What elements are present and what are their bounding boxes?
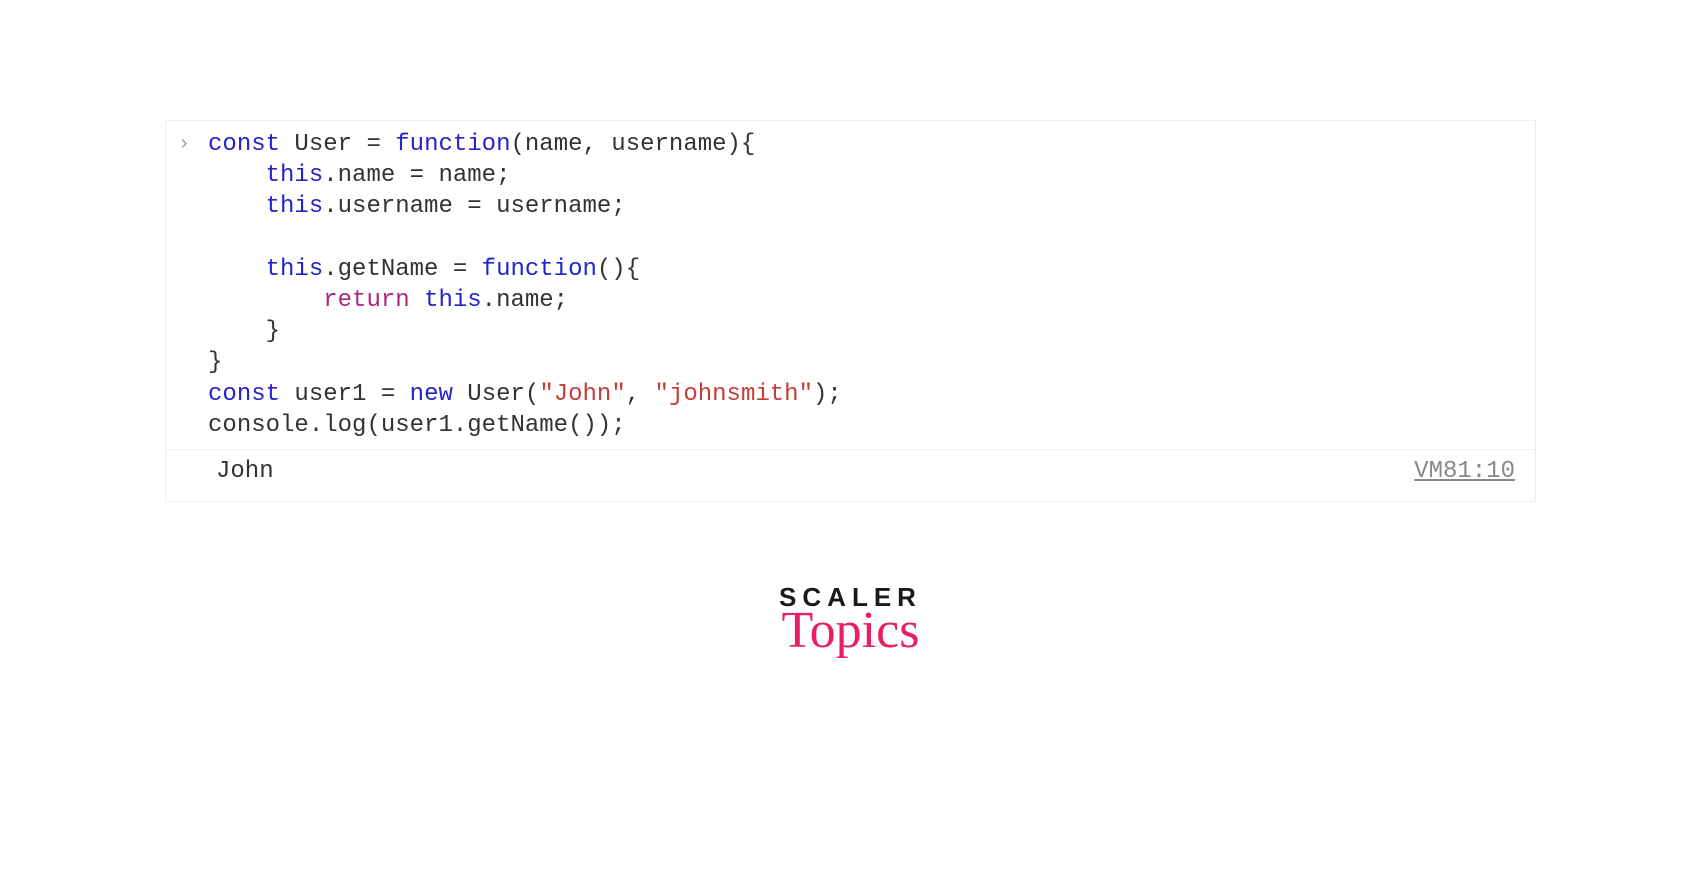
- keyword-function: function: [395, 131, 510, 158]
- keyword-const: const: [208, 381, 280, 408]
- keyword-this: this: [266, 162, 324, 189]
- logo-topics-text: Topics: [779, 605, 922, 657]
- code-space: [410, 287, 424, 314]
- scaler-topics-logo: SCALER Topics: [779, 582, 922, 657]
- keyword-new: new: [410, 381, 453, 408]
- punct-eq: =: [366, 131, 395, 158]
- keyword-const: const: [208, 131, 280, 158]
- keyword-return: return: [323, 287, 409, 314]
- chevron-right-icon: ›: [178, 133, 190, 156]
- console-input-row: › const User = function(name, username){…: [166, 121, 1535, 450]
- code-block[interactable]: const User = function(name, username){ t…: [208, 129, 842, 441]
- code-text: console.log(user1.getName());: [208, 412, 626, 439]
- ident-user1: user1: [280, 381, 381, 408]
- console-panel: › const User = function(name, username){…: [165, 120, 1536, 502]
- punct-comma: ,: [626, 381, 655, 408]
- code-text: .getName =: [323, 256, 481, 283]
- punct-params: (name, username){: [510, 131, 755, 158]
- ident-User: User: [280, 131, 366, 158]
- string-literal: "John": [539, 381, 625, 408]
- source-link[interactable]: VM81:10: [1414, 458, 1515, 485]
- logo-wrap: SCALER Topics: [165, 582, 1536, 657]
- code-brace: }: [208, 318, 280, 345]
- console-output-row: John VM81:10: [166, 450, 1535, 501]
- string-literal: "johnsmith": [655, 381, 813, 408]
- ident-User-call: User(: [453, 381, 539, 408]
- code-brace: }: [208, 349, 222, 376]
- keyword-this: this: [266, 256, 324, 283]
- code-text: .name = name;: [323, 162, 510, 189]
- keyword-function: function: [482, 256, 597, 283]
- code-text: .name;: [482, 287, 568, 314]
- console-output-text: John: [216, 458, 274, 485]
- code-text: .username = username;: [323, 193, 625, 220]
- punct-paren: (){: [597, 256, 640, 283]
- punct-end: );: [813, 381, 842, 408]
- keyword-this: this: [266, 193, 324, 220]
- keyword-this: this: [424, 287, 482, 314]
- punct-eq: =: [381, 381, 410, 408]
